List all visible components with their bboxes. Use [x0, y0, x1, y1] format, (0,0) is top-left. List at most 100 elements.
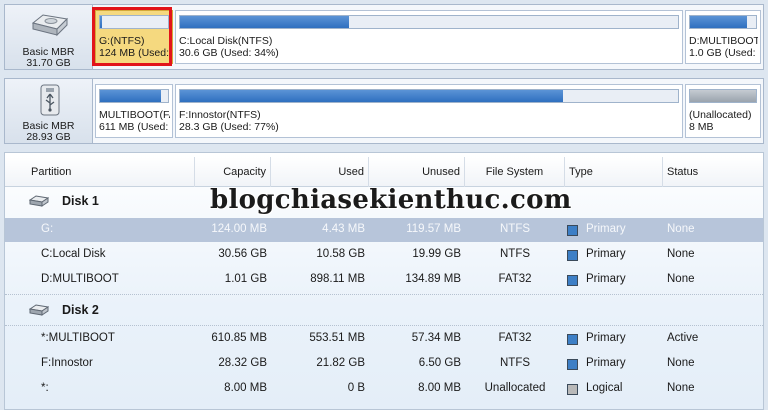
cell-status: None — [667, 357, 695, 369]
primary-type-icon — [567, 275, 578, 286]
cell-used: 10.58 GB — [316, 248, 365, 260]
partition-name: MULTIBOOT(FA — [99, 109, 170, 121]
selection-highlight-box — [92, 7, 172, 66]
usage-bar — [99, 89, 169, 103]
cell-partition: *:MULTIBOOT — [41, 332, 115, 344]
partition-name: (Unallocated) — [689, 109, 752, 121]
cell-unused: 119.57 MB — [406, 223, 461, 235]
disk1-partition-c[interactable]: C:Local Disk(NTFS) 30.6 GB (Used: 34%) — [175, 10, 683, 64]
cell-type: Primary — [586, 332, 626, 344]
cell-unused: 19.99 GB — [412, 248, 461, 260]
cell-type: Primary — [586, 357, 626, 369]
cell-capacity: 30.56 GB — [218, 248, 267, 260]
cell-used: 0 B — [347, 382, 365, 394]
usage-bar — [179, 89, 679, 103]
partition-info: 8 MB — [689, 121, 714, 133]
group-label: Disk 2 — [62, 303, 99, 317]
usage-bar-fill — [100, 90, 162, 102]
column-header-file-system[interactable]: File System — [465, 157, 565, 187]
cell-capacity: 8.00 MB — [224, 382, 267, 394]
hard-disk-icon — [31, 14, 69, 37]
primary-type-icon — [567, 334, 578, 345]
partition-name: F:Innostor(NTFS) — [179, 109, 261, 121]
cell-status: None — [667, 248, 695, 260]
disk1-partition-d[interactable]: D:MULTIBOOT( 1.0 GB (Used: — [685, 10, 761, 64]
partition-name: D:MULTIBOOT( — [689, 35, 758, 47]
partition-info: 30.6 GB (Used: 34%) — [179, 47, 279, 59]
cell-unused: 134.89 MB — [405, 273, 461, 285]
usage-bar — [689, 15, 757, 29]
cell-used: 21.82 GB — [316, 357, 365, 369]
cell-type: Logical — [586, 382, 623, 394]
group-divider — [5, 325, 763, 326]
partition-info: 28.3 GB (Used: 77%) — [179, 121, 279, 133]
cell-capacity: 28.32 GB — [218, 357, 267, 369]
usb-drive-icon — [29, 304, 49, 316]
cell-status: None — [667, 382, 695, 394]
usage-bar-fill — [690, 90, 756, 102]
cell-capacity: 124.00 MB — [211, 223, 267, 235]
cell-partition: *: — [41, 382, 49, 394]
usage-bar-fill — [180, 16, 350, 28]
column-header-type[interactable]: Type — [565, 157, 663, 187]
disk2-partition-unallocated[interactable]: (Unallocated) 8 MB — [685, 84, 761, 138]
cell-capacity: 610.85 MB — [211, 332, 267, 344]
cell-file-system: NTFS — [499, 248, 531, 260]
disk1-size: 31.70 GB — [26, 57, 71, 69]
group-label: Disk 1 — [62, 194, 99, 208]
cell-used: 553.51 MB — [309, 332, 365, 344]
cell-unused: 8.00 MB — [418, 382, 461, 394]
group-divider — [5, 294, 763, 295]
cell-type: Primary — [586, 273, 626, 285]
cell-type: Primary — [586, 223, 626, 235]
table-row[interactable]: C:Local Disk 30.56 GB 10.58 GB 19.99 GB … — [5, 243, 763, 267]
disk2-partition-multiboot[interactable]: MULTIBOOT(FA 611 MB (Used: — [95, 84, 173, 138]
group-disk1[interactable]: Disk 1 — [5, 189, 763, 213]
cell-partition: D:MULTIBOOT — [41, 273, 119, 285]
cell-partition: F:Innostor — [41, 357, 93, 369]
cell-partition: G: — [41, 223, 54, 235]
cell-partition: C:Local Disk — [41, 248, 106, 260]
cell-unused: 6.50 GB — [418, 357, 461, 369]
primary-type-icon — [567, 250, 578, 261]
hard-disk-icon — [29, 195, 49, 207]
column-header-capacity[interactable]: Capacity — [195, 157, 271, 187]
partition-info: 611 MB (Used: — [99, 121, 169, 133]
cell-used: 4.43 MB — [322, 223, 365, 235]
disk2-partition-f[interactable]: F:Innostor(NTFS) 28.3 GB (Used: 77%) — [175, 84, 683, 138]
cell-used: 898.11 MB — [310, 273, 365, 285]
table-header: Partition Capacity Used Unused File Syst… — [5, 157, 763, 187]
table-row[interactable]: *:MULTIBOOT 610.85 MB 553.51 MB 57.34 MB… — [5, 327, 763, 351]
cell-file-system: NTFS — [499, 223, 531, 235]
logical-type-icon — [567, 384, 578, 395]
disk2-map: Basic MBR 28.93 GB MULTIBOOT(FA 611 MB (… — [4, 78, 764, 144]
cell-status: None — [667, 223, 695, 235]
partition-info: 1.0 GB (Used: — [689, 47, 756, 59]
table-row[interactable]: D:MULTIBOOT 1.01 GB 898.11 MB 134.89 MB … — [5, 268, 763, 292]
column-header-partition[interactable]: Partition — [5, 157, 195, 187]
table-row[interactable]: G: 124.00 MB 4.43 MB 119.57 MB NTFS Prim… — [5, 218, 763, 242]
cell-file-system: NTFS — [499, 357, 531, 369]
cell-status: Active — [667, 332, 699, 344]
cell-file-system: Unallocated — [484, 382, 546, 394]
usage-bar-fill — [180, 90, 564, 102]
partition-table: Partition Capacity Used Unused File Syst… — [4, 152, 764, 410]
disk2-header[interactable]: Basic MBR 28.93 GB — [5, 79, 93, 143]
table-row[interactable]: *: 8.00 MB 0 B 8.00 MB Unallocated Logic… — [5, 377, 763, 401]
column-header-unused[interactable]: Unused — [369, 157, 465, 187]
cell-type: Primary — [586, 248, 626, 260]
usage-bar — [179, 15, 679, 29]
primary-type-icon — [567, 359, 578, 370]
usage-bar-fill — [690, 16, 748, 28]
group-disk2[interactable]: Disk 2 — [5, 298, 763, 322]
partition-name: C:Local Disk(NTFS) — [179, 35, 273, 47]
column-header-used[interactable]: Used — [271, 157, 369, 187]
cell-file-system: FAT32 — [498, 273, 532, 285]
cell-status: None — [667, 273, 695, 285]
column-header-status[interactable]: Status — [663, 157, 763, 187]
table-row[interactable]: F:Innostor 28.32 GB 21.82 GB 6.50 GB NTF… — [5, 352, 763, 376]
cell-capacity: 1.01 GB — [224, 273, 267, 285]
cell-file-system: FAT32 — [498, 332, 532, 344]
disk2-size: 28.93 GB — [26, 131, 71, 143]
disk1-header[interactable]: Basic MBR 31.70 GB — [5, 5, 93, 69]
